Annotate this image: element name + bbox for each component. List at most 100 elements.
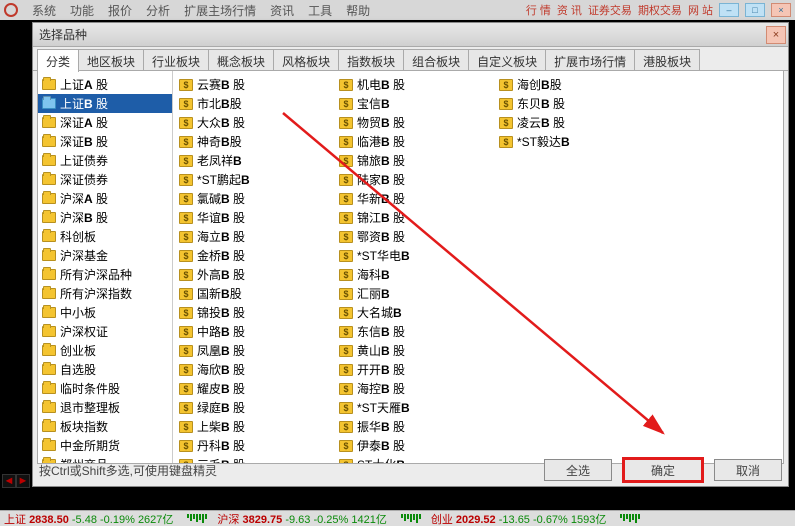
tab-7[interactable]: 自定义板块 xyxy=(468,49,546,70)
grid-item[interactable]: $陆家B 股 xyxy=(339,170,499,189)
tree-item[interactable]: 中小板 xyxy=(38,303,172,322)
tab-0[interactable]: 分类 xyxy=(37,49,79,72)
grid-item[interactable]: $老凤祥B xyxy=(179,151,339,170)
grid-item[interactable]: $神奇B股 xyxy=(179,132,339,151)
tree-item[interactable]: 板块指数 xyxy=(38,417,172,436)
tree-item[interactable]: 中金所期货 xyxy=(38,436,172,455)
grid-item[interactable]: $临港B 股 xyxy=(339,132,499,151)
grid-item[interactable]: $*ST天雁B xyxy=(339,398,499,417)
menu-item[interactable]: 资讯 xyxy=(270,2,294,19)
grid-item[interactable]: $机电B 股 xyxy=(339,75,499,94)
tab-2[interactable]: 行业板块 xyxy=(143,49,209,70)
menu-item[interactable]: 帮助 xyxy=(346,2,370,19)
window-maximize-button[interactable]: □ xyxy=(745,3,765,17)
tab-5[interactable]: 指数板块 xyxy=(338,49,404,70)
menu-item[interactable]: 工具 xyxy=(308,2,332,19)
grid-item[interactable]: $市北B股 xyxy=(179,94,339,113)
grid-item[interactable]: $伊泰B 股 xyxy=(339,436,499,455)
nav-next-button[interactable]: ► xyxy=(16,474,30,488)
grid-item[interactable]: $海创B股 xyxy=(499,75,629,94)
grid-item[interactable]: $大名城B xyxy=(339,303,499,322)
tree-item[interactable]: 沪深基金 xyxy=(38,246,172,265)
tab-4[interactable]: 风格板块 xyxy=(273,49,339,70)
grid-item[interactable]: $*ST华电B xyxy=(339,246,499,265)
grid-item[interactable]: $*ST鹏起B xyxy=(179,170,339,189)
top-link[interactable]: 期权交易 xyxy=(638,2,682,18)
grid-item[interactable]: $开开B 股 xyxy=(339,360,499,379)
tab-6[interactable]: 组合板块 xyxy=(403,49,469,70)
tree-item[interactable]: 深证B 股 xyxy=(38,132,172,151)
window-minimize-button[interactable]: – xyxy=(719,3,739,17)
tab-3[interactable]: 概念板块 xyxy=(208,49,274,70)
tree-item[interactable]: 沪深权证 xyxy=(38,322,172,341)
grid-item[interactable]: $海控B 股 xyxy=(339,379,499,398)
tree-item[interactable]: 创业板 xyxy=(38,341,172,360)
grid-item[interactable]: $东贝B 股 xyxy=(499,94,629,113)
grid-item[interactable]: $锦旅B 股 xyxy=(339,151,499,170)
grid-item[interactable]: $黄山B 股 xyxy=(339,341,499,360)
grid-item[interactable]: $锦投B 股 xyxy=(179,303,339,322)
top-link[interactable]: 网 站 xyxy=(688,2,713,18)
grid-item[interactable]: $鄂资B 股 xyxy=(339,227,499,246)
dollar-icon: $ xyxy=(339,117,353,129)
menu-item[interactable]: 系统 xyxy=(32,2,56,19)
tree-item[interactable]: 上证债券 xyxy=(38,151,172,170)
menu-item[interactable]: 功能 xyxy=(70,2,94,19)
grid-item[interactable]: $丹科B 股 xyxy=(179,436,339,455)
menu-item[interactable]: 报价 xyxy=(108,2,132,19)
grid-item[interactable]: $华谊B 股 xyxy=(179,208,339,227)
grid-item[interactable]: $绿庭B 股 xyxy=(179,398,339,417)
tree-item[interactable]: 上证A 股 xyxy=(38,75,172,94)
cancel-button[interactable]: 取消 xyxy=(714,459,782,481)
grid-item[interactable]: $海科B xyxy=(339,265,499,284)
tree-item[interactable]: 沪深B 股 xyxy=(38,208,172,227)
grid-item[interactable]: $外高B 股 xyxy=(179,265,339,284)
grid-item-label: 氯碱B 股 xyxy=(197,190,245,207)
tree-item[interactable]: 深证A 股 xyxy=(38,113,172,132)
grid-item[interactable]: $振华B 股 xyxy=(339,417,499,436)
grid-item[interactable]: $汇丽B xyxy=(339,284,499,303)
grid-item[interactable]: $海欣B 股 xyxy=(179,360,339,379)
select-all-button[interactable]: 全选 xyxy=(544,459,612,481)
grid-item[interactable]: $宝信B xyxy=(339,94,499,113)
tree-item[interactable]: 所有沪深指数 xyxy=(38,284,172,303)
tree-item[interactable]: 退市整理板 xyxy=(38,398,172,417)
grid-item[interactable]: $氯碱B 股 xyxy=(179,189,339,208)
tab-8[interactable]: 扩展市场行情 xyxy=(545,49,635,70)
tab-1[interactable]: 地区板块 xyxy=(78,49,144,70)
grid-item[interactable]: $上柴B 股 xyxy=(179,417,339,436)
nav-prev-button[interactable]: ◄ xyxy=(2,474,16,488)
grid-item[interactable]: $耀皮B 股 xyxy=(179,379,339,398)
menu-item[interactable]: 分析 xyxy=(146,2,170,19)
tab-9[interactable]: 港股板块 xyxy=(634,49,700,70)
window-close-button[interactable]: × xyxy=(771,3,791,17)
grid-item[interactable]: $云赛B 股 xyxy=(179,75,339,94)
ticker-item: 创业 2029.52 -13.65 -0.67% 1593亿 xyxy=(431,511,607,526)
tree-item[interactable]: 上证B 股 xyxy=(38,94,172,113)
tree-item[interactable]: 沪深A 股 xyxy=(38,189,172,208)
grid-item[interactable]: $凤凰B 股 xyxy=(179,341,339,360)
grid-item[interactable]: $华新B 股 xyxy=(339,189,499,208)
grid-item[interactable]: $国新B股 xyxy=(179,284,339,303)
tree-item[interactable]: 自选股 xyxy=(38,360,172,379)
grid-item[interactable]: $物贸B 股 xyxy=(339,113,499,132)
menu-item[interactable]: 扩展主场行情 xyxy=(184,2,256,19)
dialog-close-button[interactable]: × xyxy=(766,26,786,44)
grid-item[interactable]: $金桥B 股 xyxy=(179,246,339,265)
volume-bars-icon xyxy=(620,514,640,523)
tree-item[interactable]: 科创板 xyxy=(38,227,172,246)
grid-item[interactable]: $中路B 股 xyxy=(179,322,339,341)
top-link[interactable]: 资 讯 xyxy=(557,2,582,18)
grid-item[interactable]: $东信B 股 xyxy=(339,322,499,341)
grid-item[interactable]: $*ST毅达B xyxy=(499,132,629,151)
top-link[interactable]: 证券交易 xyxy=(588,2,632,18)
tree-item[interactable]: 所有沪深品种 xyxy=(38,265,172,284)
grid-item[interactable]: $大众B 股 xyxy=(179,113,339,132)
grid-item[interactable]: $凌云B 股 xyxy=(499,113,629,132)
tree-item[interactable]: 深证债券 xyxy=(38,170,172,189)
tree-item[interactable]: 临时条件股 xyxy=(38,379,172,398)
ok-button[interactable]: 确定 xyxy=(624,459,702,481)
top-link[interactable]: 行 情 xyxy=(526,2,551,18)
grid-item[interactable]: $锦江B 股 xyxy=(339,208,499,227)
grid-item[interactable]: $海立B 股 xyxy=(179,227,339,246)
